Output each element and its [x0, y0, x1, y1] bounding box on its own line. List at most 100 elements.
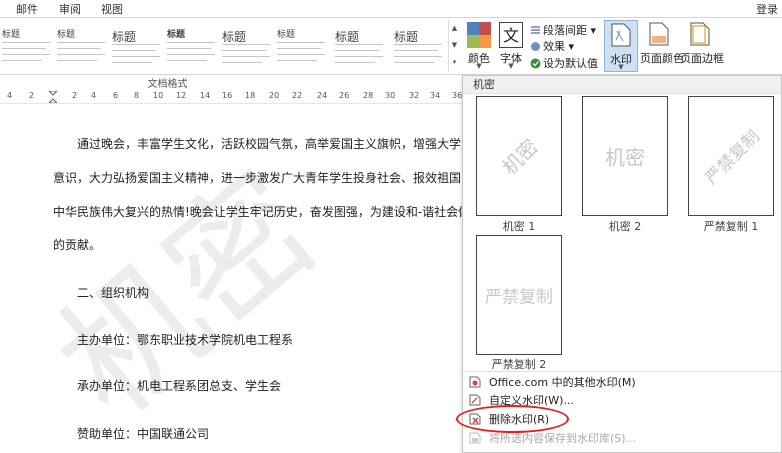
watermark-option-confidential-2[interactable]: 机密: [582, 96, 668, 216]
tab-mailings[interactable]: 邮件: [16, 1, 38, 17]
style-thumb-title: 标题: [277, 30, 296, 40]
style-thumb-title: 标题: [335, 30, 360, 44]
style-thumb[interactable]: 标题: [275, 20, 329, 72]
chevron-down-icon: ▼: [618, 63, 624, 71]
tab-review[interactable]: 审阅: [59, 1, 81, 17]
doc-line: 赞助单位：中国联通公司: [77, 427, 210, 441]
style-thumb-title: 标题: [394, 30, 419, 44]
panel-section-header: 机密: [463, 76, 781, 94]
watermark-preview-text: 严禁复制: [485, 287, 553, 308]
page-borders-icon: [690, 22, 710, 46]
ruler-tick: 4: [91, 91, 97, 100]
ruler-tick: 6: [113, 91, 119, 100]
ruler-tick: 34: [430, 91, 441, 100]
style-thumb-title: 标题: [2, 30, 21, 40]
save-gallery-icon: [469, 432, 481, 444]
svg-text:文: 文: [503, 26, 519, 45]
watermark-option-no-copy-1[interactable]: 严禁复制: [688, 96, 774, 216]
watermark-dropdown: 机密 机密 机密 1 机密 机密 2 严禁复制 严禁复制 1 严禁复制 严禁复制…: [462, 75, 782, 453]
ruler-tick: 10: [153, 91, 164, 100]
ruler-tick: 36: [452, 91, 463, 100]
tab-view[interactable]: 视图: [101, 1, 123, 17]
fonts-icon: 文: [499, 22, 523, 48]
watermark-button[interactable]: 水印 ▼: [604, 20, 638, 72]
style-thumb[interactable]: 标题: [0, 20, 54, 72]
colors-button[interactable]: 颜色 ▼: [464, 20, 494, 72]
menu-separator: [463, 371, 781, 372]
ruler-tick: 8: [134, 91, 140, 100]
watermark-option-no-copy-2[interactable]: 严禁复制: [476, 235, 562, 355]
gallery-scroll[interactable]: ▲ ▼ ▾: [448, 20, 460, 72]
red-highlight-ellipse: [456, 405, 569, 433]
style-thumb[interactable]: 标题: [110, 20, 164, 72]
horizontal-ruler[interactable]: 4 2 2 4 6 8 10 12 14 16 18 20 22 24 26 2…: [0, 90, 465, 104]
paragraph-spacing-button[interactable]: 段落间距 ▾: [530, 22, 596, 37]
watermark-preview-text: 机密: [605, 145, 645, 170]
watermark-option-label: 严禁复制 1: [703, 220, 759, 233]
style-thumb-title: 标题: [222, 30, 247, 44]
style-thumb[interactable]: 标题: [55, 20, 109, 72]
ruler-tick: 26: [339, 91, 350, 100]
page-color-icon: [649, 22, 669, 46]
ruler-tick: 32: [409, 91, 420, 100]
ruler-tick: 22: [292, 91, 303, 100]
doc-line: 承办单位：机电工程系团总支、学生会: [77, 379, 282, 393]
ruler-tick: 30: [385, 91, 396, 100]
ruler-tick: 20: [269, 91, 280, 100]
doc-line: 的贡献。: [53, 238, 102, 252]
chevron-down-icon: ▼: [508, 62, 514, 70]
doc-line: 中华民族伟大复兴的热情!晚会让学生牢记历史，奋发图强，为建设和-谐社会做出: [53, 205, 465, 219]
watermark-option-label: 机密 1: [502, 220, 536, 233]
chevron-down-icon: ▼: [476, 62, 482, 70]
ruler-tick: 14: [200, 91, 211, 100]
paragraph-spacing-icon: [531, 26, 540, 34]
indent-marker-icon[interactable]: [49, 91, 57, 103]
watermark-icon: [611, 23, 631, 47]
gallery-more-icon[interactable]: ▾: [449, 54, 460, 71]
doc-line: 主办单位：鄂东职业技术学院机电工程系: [77, 333, 294, 347]
watermark-option-label: 严禁复制 2: [491, 358, 547, 371]
style-thumb[interactable]: 标题: [333, 20, 387, 72]
more-watermarks-label: Office.com 中的其他水印(M): [489, 376, 636, 389]
ruler-tick: 18: [245, 91, 256, 100]
page-borders-button[interactable]: 页面边框: [680, 20, 724, 72]
document-format-gallery: 标题 标题 标题 标题 标题 标题 标题 标题: [0, 20, 448, 72]
ruler-tick: 12: [176, 91, 187, 100]
ruler-tick: 16: [222, 91, 233, 100]
login-link[interactable]: 登录: [756, 1, 778, 17]
effects-icon: [531, 42, 540, 51]
watermark-preview-text: 严禁复制: [701, 126, 764, 189]
ribbon-tabs: 邮件 审阅 视图 登录: [0, 0, 782, 17]
more-watermarks-item[interactable]: Office.com 中的其他水印(M): [469, 374, 775, 391]
paragraph-spacing-label: 段落间距: [543, 24, 587, 37]
ruler-tick: 4: [7, 91, 13, 100]
custom-watermark-icon: [469, 394, 481, 406]
checkmark-icon: [530, 58, 541, 69]
style-thumb-title: 标题: [167, 30, 186, 40]
ruler-tick: 28: [363, 91, 374, 100]
colors-icon: [467, 22, 491, 48]
page-borders-label: 页面边框: [680, 52, 724, 65]
watermark-option-confidential-1[interactable]: 机密: [476, 96, 562, 216]
document-format-group-label: 文档格式: [147, 79, 188, 90]
effects-label: 效果: [543, 40, 565, 53]
fonts-button[interactable]: 文 字体 ▼: [496, 20, 526, 72]
document-page[interactable]: 机密 通过晚会，丰富学生文化，活跃校园气氛，高举爱国主义旗帜，增强大学生爱 意识…: [0, 105, 465, 453]
design-ribbon: 标题 标题 标题 标题 标题 标题 标题 标题 ▲ ▼ ▾ 颜色 ▼ 文 字体 …: [0, 17, 782, 75]
watermark-preview-text: 机密: [497, 134, 543, 180]
page-color-button[interactable]: 页面颜色: [640, 20, 684, 72]
watermark-option-label: 机密 2: [608, 220, 642, 233]
ruler-tick: 2: [72, 91, 78, 100]
page-color-label: 页面颜色: [640, 52, 684, 65]
style-thumb[interactable]: 标题: [165, 20, 219, 72]
style-thumb[interactable]: 标题: [220, 20, 274, 72]
doc-line: 通过晚会，丰富学生文化，活跃校园气氛，高举爱国主义旗帜，增强大学生爱: [77, 137, 465, 151]
office-watermark-icon: [469, 376, 481, 388]
set-default-button[interactable]: 设为默认值: [530, 55, 598, 70]
effects-button[interactable]: 效果 ▾: [530, 38, 574, 53]
style-thumb[interactable]: 标题: [392, 20, 446, 72]
set-default-label: 设为默认值: [543, 57, 598, 70]
gallery-up-icon[interactable]: ▲: [449, 20, 460, 37]
gallery-down-icon[interactable]: ▼: [449, 37, 460, 54]
doc-heading: 二、组织机构: [77, 286, 150, 300]
